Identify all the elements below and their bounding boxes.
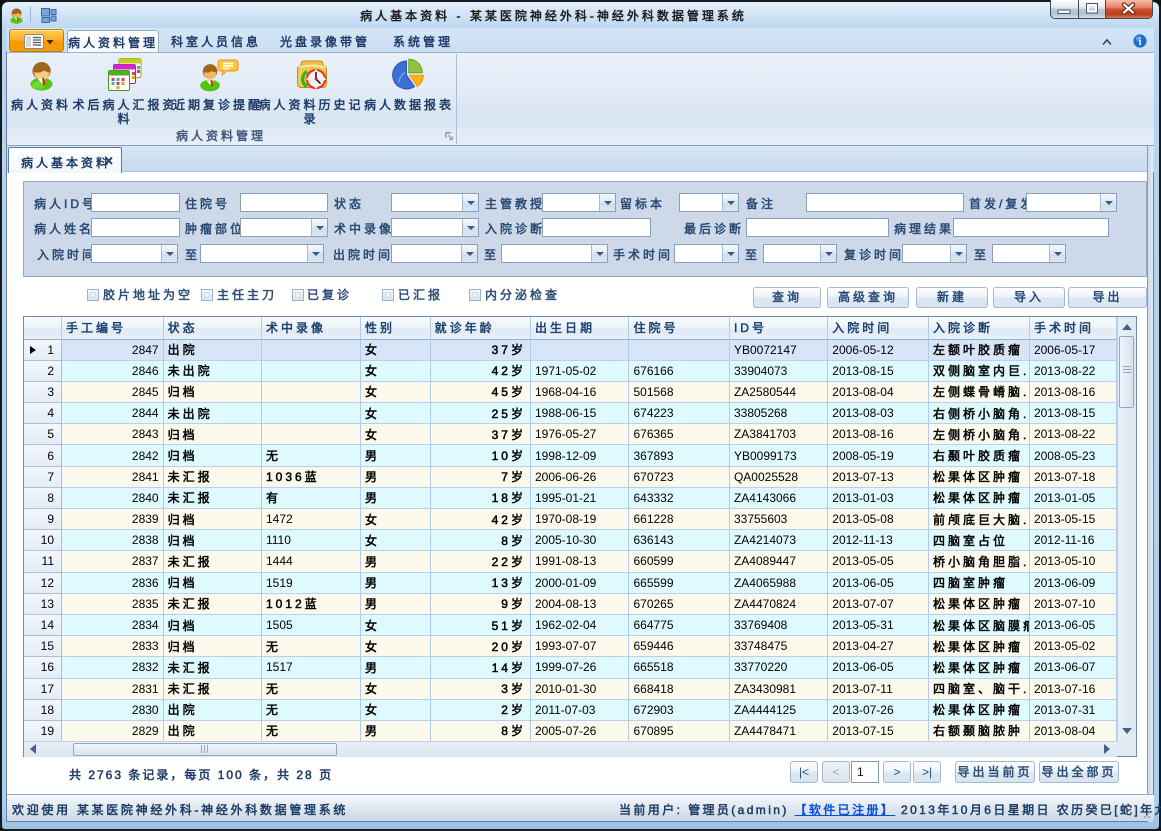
svg-text:i: i — [1139, 37, 1142, 48]
